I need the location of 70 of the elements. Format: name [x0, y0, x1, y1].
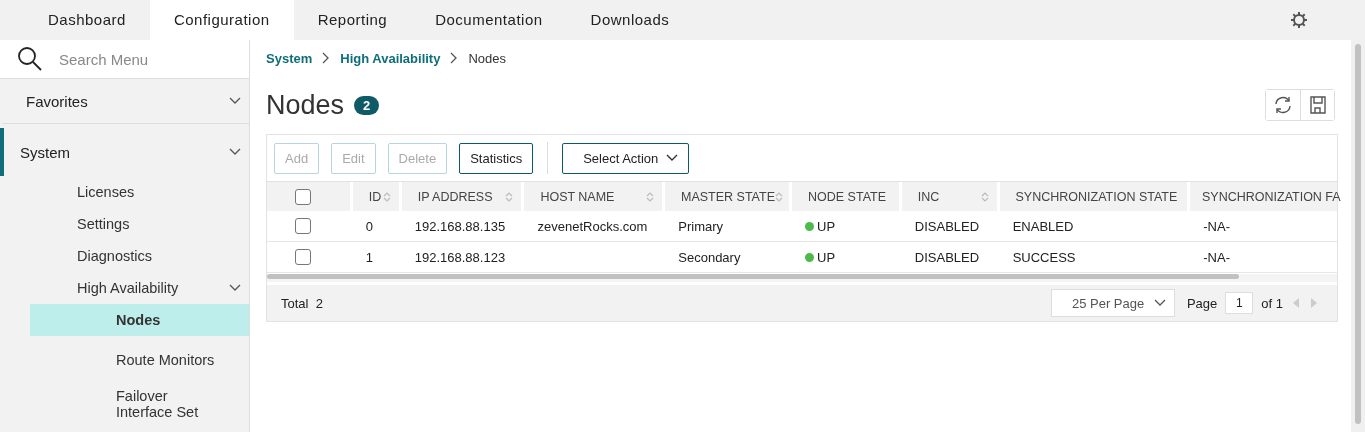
sidebar-section[interactable]: Favorites: [0, 79, 249, 124]
chevron-icon: [666, 154, 679, 162]
sort-icon: [646, 190, 654, 203]
scrollbar-thumb[interactable]: [1355, 44, 1361, 424]
column-header[interactable]: SYNCHRONIZATION STATE: [996, 182, 1187, 211]
table-cell: 0: [365, 218, 374, 234]
table-cell: SUCCESS: [1012, 249, 1076, 265]
scrollbar-thumb[interactable]: [267, 274, 1239, 279]
table-cell: -NA-: [1203, 218, 1230, 234]
sort-icon: [775, 190, 783, 203]
nav-tab[interactable]: Reporting: [293, 0, 412, 40]
chevron-icon: [229, 148, 241, 156]
refresh-icon: [1273, 95, 1293, 115]
sidebar-item[interactable]: Licenses: [0, 176, 249, 208]
chevron-icon: [229, 97, 241, 105]
table-cell: Primary: [678, 218, 724, 234]
chevron-icon: [229, 284, 241, 292]
table-cell: DISABLED: [914, 218, 980, 234]
settings-icon[interactable]: [1289, 10, 1309, 30]
column-header[interactable]: HOST NAME: [521, 182, 662, 211]
per-page-dropdown[interactable]: 25 Per Page: [1050, 289, 1175, 317]
table-cell: UP: [817, 249, 836, 265]
select-action-dropdown[interactable]: Select Action: [562, 142, 690, 174]
column-header[interactable]: INC: [898, 182, 997, 211]
table-cell: 192.168.88.135: [414, 218, 506, 234]
sidebar-subitem[interactable]: Route Monitors: [30, 344, 216, 376]
sidebar-item[interactable]: Diagnostics: [0, 240, 249, 272]
sidebar-item[interactable]: Settings: [0, 208, 249, 240]
column-header[interactable]: ID: [349, 182, 399, 211]
chevron-icon: [322, 52, 331, 64]
row-checkbox[interactable]: [295, 218, 312, 234]
nav-tab[interactable]: Documentation: [411, 0, 567, 40]
table-cell: 1: [365, 249, 374, 265]
table-cell: Secondary: [678, 249, 741, 265]
column-header[interactable]: NODE STATE: [789, 182, 899, 211]
count-badge: 2: [354, 95, 380, 115]
nav-tab[interactable]: Downloads: [566, 0, 694, 40]
breadcrumb-item[interactable]: System: [266, 50, 313, 66]
chevron-icon: [450, 52, 459, 64]
sort-icon: [382, 190, 391, 203]
table-cell: zevenetRocks.com: [537, 218, 648, 234]
table-cell: 192.168.88.123: [414, 249, 506, 265]
search-bar[interactable]: Search Menu: [0, 40, 249, 79]
page-title: Nodes: [266, 89, 345, 121]
table-cell: UP: [817, 218, 836, 234]
nav-tab[interactable]: Configuration: [149, 0, 294, 40]
page-count: of 1: [1261, 295, 1283, 311]
breadcrumb-item[interactable]: High Availability: [340, 50, 441, 66]
search-icon: [17, 46, 43, 72]
row-checkbox[interactable]: [295, 249, 312, 265]
table-cell: ENABLED: [1012, 218, 1074, 234]
sort-icon: [505, 190, 514, 203]
sort-icon: [980, 190, 989, 203]
sidebar-item[interactable]: High Availability: [0, 272, 249, 304]
breadcrumb-item: Nodes: [468, 50, 506, 66]
sidebar-subitem[interactable]: Failover Interface Set: [30, 384, 216, 424]
column-header[interactable]: IP ADDRESS: [398, 182, 522, 211]
chevron-icon: [1153, 299, 1166, 307]
table-cell: DISABLED: [914, 249, 980, 265]
total-count: Total 2: [281, 295, 323, 311]
search-field[interactable]: Search Menu: [57, 49, 231, 69]
page-field[interactable]: 1: [1225, 292, 1254, 314]
column-header[interactable]: MASTER STATE: [662, 182, 789, 211]
save-button[interactable]: [1300, 90, 1334, 120]
toolbar-button[interactable]: Statistics: [459, 142, 534, 174]
sidebar-subitem[interactable]: Nodes: [30, 304, 249, 336]
table-cell: -NA-: [1203, 249, 1230, 265]
select-all-checkbox[interactable]: [295, 188, 312, 205]
nav-tab[interactable]: Dashboard: [24, 0, 150, 40]
page-label: Page: [1186, 295, 1218, 311]
